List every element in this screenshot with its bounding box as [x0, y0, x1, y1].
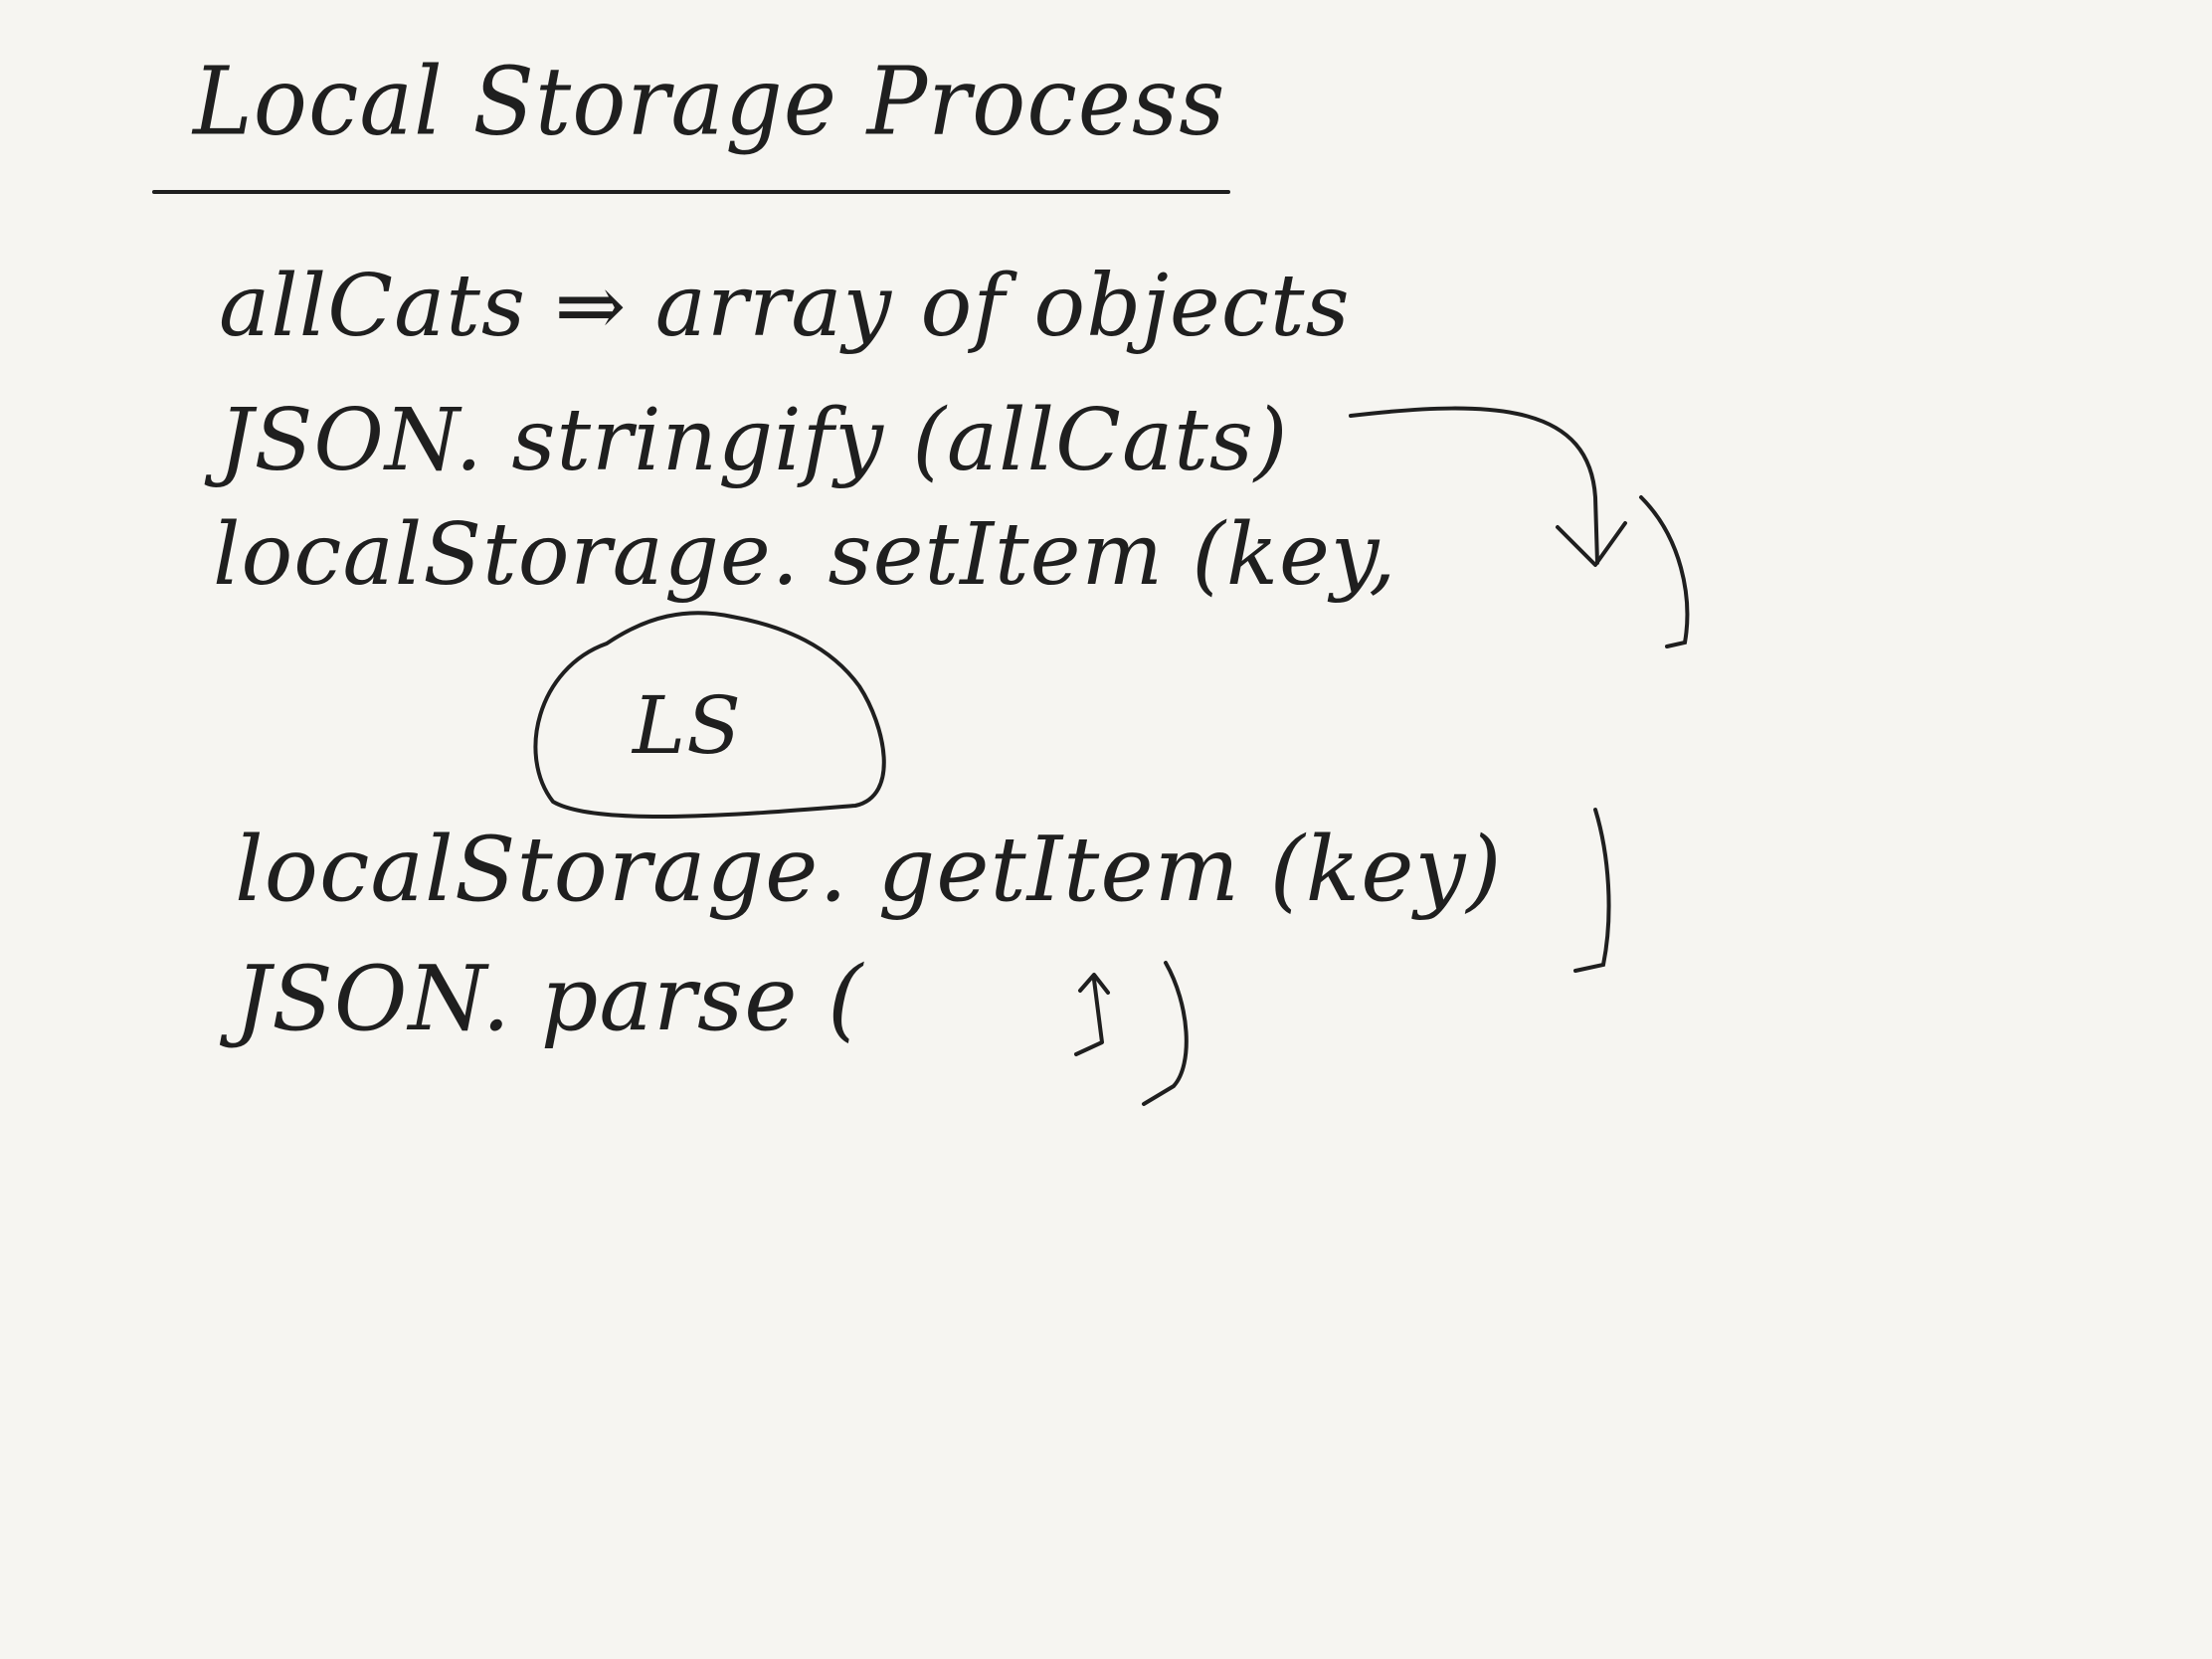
parse-close-paren	[1142, 961, 1189, 1106]
ls-bubble-label: LS	[633, 679, 742, 772]
setitem-close-paren	[1639, 495, 1690, 648]
whiteboard-page: Local Storage Process allCats ⇒ array of…	[0, 0, 2212, 1659]
note-line-allcats: allCats ⇒ array of objects	[219, 257, 1351, 356]
parse-arrow	[1074, 978, 1104, 1056]
note-line-stringify: JSON. stringify (allCats)	[219, 391, 1289, 490]
getitem-close-paren	[1573, 808, 1611, 973]
note-title: Local Storage Process	[193, 47, 1226, 157]
note-line-getitem: localStorage. getItem (key)	[235, 818, 1503, 922]
parse-arrowhead	[1078, 973, 1110, 995]
note-line-parse: JSON. parse (	[235, 947, 864, 1051]
stringify-arrowhead	[1556, 521, 1627, 567]
note-line-setitem: localStorage. setItem (key,	[213, 505, 1397, 605]
